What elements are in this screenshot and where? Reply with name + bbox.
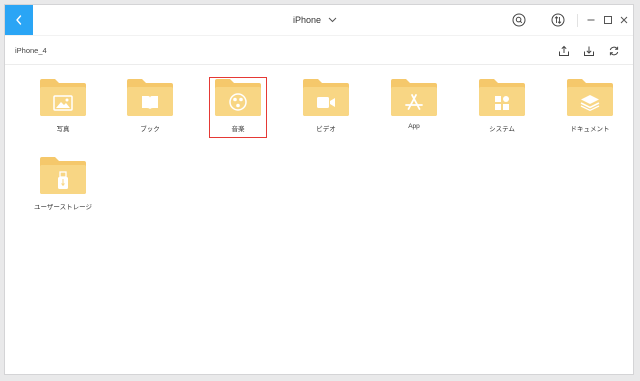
close-icon: [620, 16, 628, 24]
folder-photos[interactable]: 写真: [33, 65, 93, 133]
device-selector[interactable]: iPhone: [293, 13, 337, 27]
title-bar: iPhone: [5, 5, 633, 35]
transfer-button[interactable]: [550, 12, 566, 28]
folder-label: ビデオ: [316, 126, 336, 133]
folder-app[interactable]: App: [384, 65, 444, 133]
minimize-icon: [587, 19, 595, 21]
minimize-button[interactable]: [583, 12, 599, 28]
location-bar: iPhone_4: [5, 35, 633, 65]
device-name: iPhone: [293, 15, 322, 25]
close-button[interactable]: [616, 12, 632, 28]
chevron-left-icon: [16, 15, 22, 25]
folder-label: ブック: [140, 126, 160, 133]
folder-label: 写真: [56, 126, 70, 133]
import-icon: [584, 46, 594, 56]
video-icon: [317, 97, 335, 108]
folder-system[interactable]: システム: [472, 65, 532, 133]
chevron-down-icon: [328, 17, 337, 23]
folder-video[interactable]: ビデオ: [296, 65, 356, 133]
search-icon: [512, 13, 526, 27]
folder-documents[interactable]: ドキュメント: [560, 65, 620, 133]
folder-label: システム: [489, 126, 515, 133]
folder-books[interactable]: ブック: [120, 65, 180, 133]
folder-label: App: [408, 123, 420, 130]
book-icon: [142, 96, 158, 109]
image-icon: [53, 95, 73, 111]
titlebar-divider: [577, 14, 578, 27]
maximize-icon: [604, 16, 612, 24]
breadcrumb[interactable]: iPhone_4: [15, 46, 47, 55]
folder-grid: 写真 ブック 音楽 ビデオ App システム ドキュメント ユーザーストレージ: [5, 65, 633, 374]
search-button[interactable]: [511, 12, 527, 28]
folder-user-storage[interactable]: ユーザーストレージ: [33, 143, 93, 211]
app-store-icon: [405, 94, 423, 110]
folder-music[interactable]: 音楽: [208, 65, 268, 133]
maximize-button[interactable]: [600, 12, 616, 28]
refresh-button[interactable]: [607, 44, 621, 58]
export-button[interactable]: [557, 44, 571, 58]
folder-label: 音楽: [231, 126, 245, 133]
import-button[interactable]: [582, 44, 596, 58]
transfer-icon: [551, 13, 565, 27]
system-icon: [495, 96, 509, 110]
export-icon: [559, 45, 569, 56]
music-icon: [229, 93, 247, 111]
layers-icon: [580, 95, 600, 111]
folder-label: ドキュメント: [570, 126, 610, 133]
app-window: iPhone iPhone_4 写真 ブック 音楽 ビデオ App システム ド…: [4, 4, 634, 375]
refresh-icon: [609, 46, 619, 56]
folder-label: ユーザーストレージ: [34, 204, 92, 211]
usb-icon: [58, 171, 68, 189]
back-button[interactable]: [5, 5, 33, 35]
